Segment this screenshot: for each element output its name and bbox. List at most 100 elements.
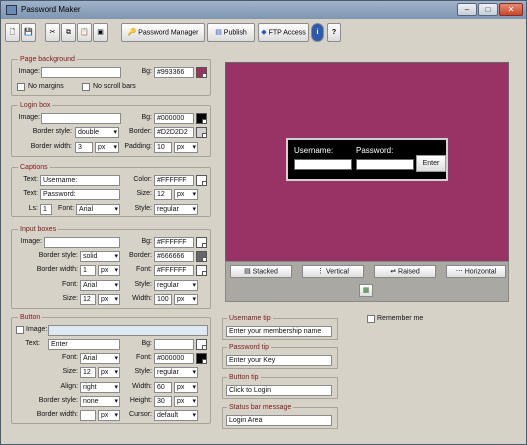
border-style-label: Border style: <box>38 252 78 259</box>
username-tip-input[interactable]: Enter your membership name <box>226 326 332 337</box>
status-bar-message-input[interactable]: Login Area <box>226 415 332 426</box>
input-border-width-input[interactable]: 1 <box>80 265 96 276</box>
input-font-select[interactable]: Arial <box>80 280 120 291</box>
preview-button[interactable]: ▣ <box>93 23 108 42</box>
preview-username-input[interactable] <box>294 159 352 170</box>
save-button[interactable]: 💾 <box>21 23 36 42</box>
button-style-select[interactable]: regular <box>154 367 198 378</box>
preview-enter-button[interactable]: Enter <box>416 155 446 172</box>
color-label: Color: <box>133 176 152 183</box>
bg-label: Bg: <box>141 114 152 121</box>
input-border-style-select[interactable]: solid <box>80 251 120 262</box>
scissors-icon: ✂ <box>49 29 56 36</box>
button-tip-group: Button tip Click to Login <box>222 373 338 399</box>
font-color-label: Font: <box>136 354 152 361</box>
input-font-color-swatch[interactable] <box>196 265 207 276</box>
button-height-unit[interactable]: px <box>174 396 198 407</box>
button-align-select[interactable]: right <box>80 382 120 393</box>
button-font-color-swatch[interactable] <box>196 353 207 364</box>
caption-ls-input[interactable]: 1 <box>40 204 52 215</box>
caption-font-select[interactable]: Arial <box>76 204 120 215</box>
username-caption-input[interactable]: Username: <box>40 175 120 186</box>
button-bg-input[interactable] <box>154 339 194 350</box>
login-padding-input[interactable]: 10 <box>154 142 172 153</box>
input-width-unit[interactable]: px <box>174 294 198 305</box>
button-cursor-select[interactable]: default <box>154 410 198 421</box>
button-border-width-input[interactable] <box>80 410 96 421</box>
no-scroll-bars-checkbox[interactable] <box>82 83 90 91</box>
button-width-input[interactable]: 60 <box>154 382 172 393</box>
border-label: Border: <box>129 252 152 259</box>
login-border-color-swatch[interactable] <box>196 127 207 138</box>
cut-button[interactable]: ✂ <box>45 23 60 42</box>
close-button[interactable]: ✕ <box>499 3 523 16</box>
preview-password-input[interactable] <box>356 159 414 170</box>
horizontal-button[interactable]: ⋯ Horizontal <box>446 265 506 278</box>
publish-button[interactable]: ▤ Publish <box>207 23 255 42</box>
grid-toggle-button[interactable]: ▦ <box>359 284 373 297</box>
preview-login-box: Username: Password: Enter <box>286 138 448 181</box>
page-bg-color-swatch[interactable] <box>196 67 207 78</box>
login-border-style-select[interactable]: double <box>75 127 119 138</box>
font-label: Font: <box>58 205 74 212</box>
minimize-button[interactable]: – <box>457 3 477 16</box>
input-size-unit[interactable]: px <box>98 294 120 305</box>
vertical-button[interactable]: ⋮ Vertical <box>302 265 364 278</box>
button-width-unit[interactable]: px <box>174 382 198 393</box>
password-manager-button[interactable]: 🔑 Password Manager <box>121 23 205 42</box>
login-border-width-unit[interactable]: px <box>95 142 119 153</box>
copy-button[interactable]: ⧉ <box>61 23 76 42</box>
caption-color-swatch[interactable] <box>196 175 207 186</box>
ftp-access-button[interactable]: ◆ FTP Access <box>258 23 309 42</box>
input-bg-input[interactable]: #FFFFFF <box>154 237 194 248</box>
group-title: Page background <box>18 55 77 64</box>
login-bg-input[interactable]: #000000 <box>154 113 194 124</box>
button-text-input[interactable]: Enter <box>48 339 120 350</box>
login-image-input[interactable] <box>41 113 121 124</box>
caption-style-select[interactable]: regular <box>154 204 198 215</box>
input-font-color-input[interactable]: #FFFFFF <box>154 265 194 276</box>
password-caption-input[interactable]: Password: <box>40 189 120 200</box>
login-padding-unit[interactable]: px <box>174 142 198 153</box>
ftp-access-label: FTP Access <box>268 29 306 37</box>
caption-color-input[interactable]: #FFFFFF <box>154 175 194 186</box>
input-size-input[interactable]: 12 <box>80 294 96 305</box>
group-title: Login box <box>18 101 53 110</box>
page-image-input[interactable] <box>41 67 121 78</box>
bg-label: Bg: <box>141 68 152 75</box>
button-border-width-unit[interactable]: px <box>98 410 120 421</box>
raised-button[interactable]: ⇌ Raised <box>374 265 436 278</box>
remember-me-checkbox[interactable] <box>367 315 375 323</box>
new-button[interactable]: 🗋 <box>5 23 20 42</box>
button-image-input[interactable] <box>48 325 208 336</box>
input-bg-color-swatch[interactable] <box>196 237 207 248</box>
help-button[interactable]: ? <box>327 23 341 42</box>
no-margins-checkbox[interactable] <box>17 83 25 91</box>
input-border-input[interactable]: #666666 <box>154 251 194 262</box>
password-tip-input[interactable]: Enter your Key <box>226 355 332 366</box>
login-border-input[interactable]: #D2D2D2 <box>154 127 194 138</box>
info-button[interactable]: i <box>311 23 324 42</box>
caption-size-input[interactable]: 12 <box>154 189 172 200</box>
button-border-style-select[interactable]: none <box>80 396 120 407</box>
button-bg-color-swatch[interactable] <box>196 339 207 350</box>
stacked-button[interactable]: ▤ Stacked <box>230 265 292 278</box>
maximize-button[interactable]: □ <box>478 3 498 16</box>
button-height-input[interactable]: 30 <box>154 396 172 407</box>
input-width-input[interactable]: 100 <box>154 294 172 305</box>
button-size-input[interactable]: 12 <box>80 367 96 378</box>
button-image-checkbox[interactable] <box>16 326 24 334</box>
input-image-input[interactable] <box>44 237 120 248</box>
button-font-color-input[interactable]: #000000 <box>154 353 194 364</box>
paste-button[interactable]: 📋 <box>77 23 92 42</box>
button-tip-input[interactable]: Click to Login <box>226 385 332 396</box>
input-style-select[interactable]: regular <box>154 280 198 291</box>
button-size-unit[interactable]: px <box>98 367 120 378</box>
login-border-width-input[interactable]: 3 <box>75 142 93 153</box>
button-font-select[interactable]: Arial <box>80 353 120 364</box>
caption-size-unit[interactable]: px <box>174 189 198 200</box>
login-bg-color-swatch[interactable] <box>196 113 207 124</box>
input-border-color-swatch[interactable] <box>196 251 207 262</box>
input-border-width-unit[interactable]: px <box>98 265 120 276</box>
page-bg-input[interactable]: #993366 <box>154 67 194 78</box>
